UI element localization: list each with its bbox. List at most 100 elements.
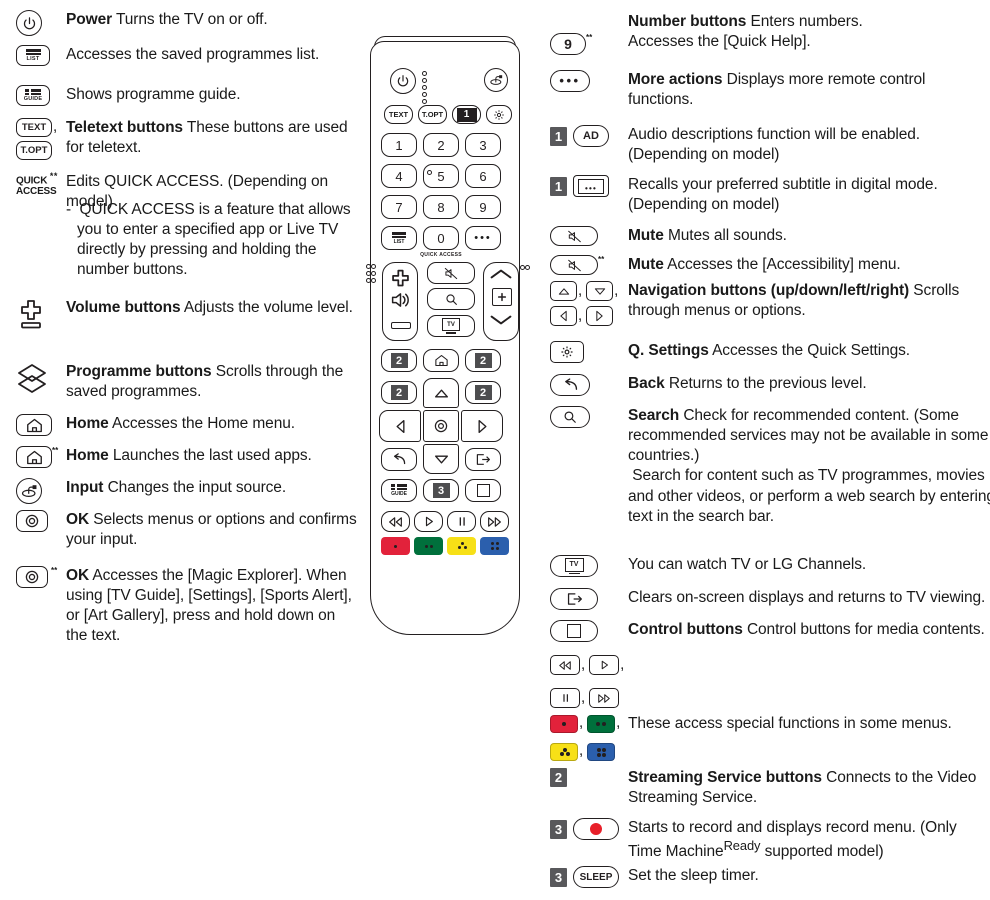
remote-num-7[interactable]: 7 xyxy=(381,195,417,219)
remote-rewind-button[interactable] xyxy=(381,511,410,532)
legend-text-exit: Clears on-screen displays and returns to… xyxy=(628,589,986,606)
legend-row-number-buttons: 9 ** Number buttons Enters numbers. Acces… xyxy=(550,12,990,55)
remote-num-9[interactable]: 9 xyxy=(465,195,501,219)
badge-1-icon: 1 xyxy=(550,176,567,196)
legend-text-list: Accesses the saved programmes list. xyxy=(66,46,320,63)
legend-row-power: Power Turns the TV on or off. xyxy=(16,10,366,36)
remote-num-5[interactable]: 5 xyxy=(423,164,459,188)
remote-color-yellow[interactable] xyxy=(447,537,476,555)
remote-num-0[interactable]: 0 xyxy=(423,226,459,250)
footnote-marker: ** xyxy=(52,446,59,455)
power-icon-cell xyxy=(16,10,66,36)
legend-text-teletext: Teletext buttons These buttons are used … xyxy=(66,119,348,157)
remote-home-button[interactable] xyxy=(423,349,459,372)
list-icon: LIST xyxy=(16,45,50,66)
quick-access-icon-cell: QUICK ** ACCESS xyxy=(16,171,66,197)
legend-row-input: Input Changes the input source. xyxy=(16,478,366,504)
remote-control-illustration: TEXT T.OPT 1 1 2 3 4 5 6 7 8 9 LIST 0 ••… xyxy=(360,36,540,636)
ad-icon-cell: 1 AD xyxy=(550,125,628,147)
legend-row-ok: OK Selects menus or options and confirms… xyxy=(16,510,366,550)
nav-up-icon xyxy=(550,281,577,301)
badge-2-icon: 2 xyxy=(550,768,567,787)
remote-exit-button[interactable] xyxy=(465,448,501,471)
legend-text-home: Home Accesses the Home menu. xyxy=(66,415,295,432)
tv-icon: TV xyxy=(550,555,598,577)
remote-mute-button[interactable] xyxy=(427,262,475,284)
home-icon-cell xyxy=(16,414,66,436)
remote-num-6[interactable]: 6 xyxy=(465,164,501,188)
remote-text-button[interactable]: TEXT xyxy=(384,105,413,124)
legend-row-home: Home Accesses the Home menu. xyxy=(16,414,366,436)
streaming-icon-cell: 2 xyxy=(550,768,628,787)
remote-guide-button[interactable]: GUIDE xyxy=(381,479,417,502)
remote-badge1-button[interactable]: 1 xyxy=(452,105,481,124)
remote-left-dots xyxy=(366,264,376,285)
remote-pause-button[interactable] xyxy=(447,511,476,532)
legend-row-mute: Mute Mutes all sounds. xyxy=(550,226,990,246)
remote-num-3[interactable]: 3 xyxy=(465,133,501,157)
remote-record-button[interactable]: 3 xyxy=(423,479,459,502)
remote-ok-button[interactable] xyxy=(423,410,459,442)
legend-row-ok-2: ** OK Accesses the [Magic Explorer]. Whe… xyxy=(16,566,366,647)
remote-color-red[interactable] xyxy=(381,537,410,555)
mute-icon xyxy=(550,255,598,275)
remote-live-tv-button[interactable]: TV xyxy=(427,315,475,337)
remote-right-dots xyxy=(520,265,530,272)
footnote-marker: ** xyxy=(598,255,605,264)
remote-back-button[interactable] xyxy=(381,448,417,471)
ok-2-icon-cell: ** xyxy=(16,566,66,588)
remote-color-blue[interactable] xyxy=(480,537,509,555)
remote-topt-button[interactable]: T.OPT xyxy=(418,105,447,124)
remote-nav-up-button[interactable] xyxy=(423,378,459,408)
remote-input-button[interactable] xyxy=(484,68,508,92)
legend-row-q-settings: Q. Settings Accesses the Quick Settings. xyxy=(550,341,990,363)
remote-fastforward-button[interactable] xyxy=(480,511,509,532)
rewind-icon xyxy=(550,655,580,675)
remote-num-2[interactable]: 2 xyxy=(423,133,459,157)
power-icon xyxy=(16,10,42,36)
remote-power-button[interactable] xyxy=(390,68,416,94)
remote-settings-button[interactable] xyxy=(486,105,512,124)
legend-row-search: Search Check for recommended content. (S… xyxy=(550,406,990,527)
remote-channel-mid-icon xyxy=(492,288,512,306)
remote-num-8[interactable]: 8 xyxy=(423,195,459,219)
remote-stream-button-3[interactable]: 2 xyxy=(381,381,417,404)
legend-row-color-1: , , These access special functions in so… xyxy=(550,714,990,734)
legend-row-sleep: 3 SLEEP Set the sleep timer. xyxy=(550,866,990,888)
legend-text-q-settings: Q. Settings Accesses the Quick Settings. xyxy=(628,342,910,359)
remote-search-button[interactable] xyxy=(427,288,475,310)
home-2-icon-cell: ** xyxy=(16,446,66,468)
gear-icon xyxy=(550,341,584,363)
num9-icon-cell: 9 ** xyxy=(550,12,628,55)
remote-play-button[interactable] xyxy=(414,511,443,532)
footnote-marker: ** xyxy=(586,33,593,42)
remote-volume-up-icon xyxy=(390,268,411,289)
legend-row-live-tv: TV You can watch TV or LG Channels. xyxy=(550,555,990,577)
remote-more-actions-button[interactable]: ••• xyxy=(465,226,501,250)
remote-stop-button[interactable] xyxy=(465,479,501,502)
remote-stream-button-1[interactable]: 2 xyxy=(381,349,417,372)
legend-text-home-2: Home Launches the last used apps. xyxy=(66,447,312,464)
legend-row-control-buttons: Control buttons Control buttons for medi… xyxy=(550,620,990,642)
home-icon xyxy=(16,446,52,468)
remote-list-button[interactable]: LIST xyxy=(381,226,417,250)
back-icon-cell xyxy=(550,374,628,396)
legend-text-live-tv: You can watch TV or LG Channels. xyxy=(628,556,867,573)
legend-row-list: LIST Accesses the saved programmes list. xyxy=(16,45,366,66)
remote-nav-right-button[interactable] xyxy=(461,410,503,442)
color-2-icon-cell: , xyxy=(550,742,628,761)
remote-stream-button-4[interactable]: 2 xyxy=(465,381,501,404)
remote-nav-left-button[interactable] xyxy=(379,410,421,442)
remote-num-1[interactable]: 1 xyxy=(381,133,417,157)
ad-icon: AD xyxy=(573,125,609,147)
remote-num-4[interactable]: 4 xyxy=(381,164,417,188)
badge-1-icon: 1 xyxy=(550,126,567,146)
nav-left-icon xyxy=(550,306,577,326)
remote-stream-button-2[interactable]: 2 xyxy=(465,349,501,372)
ok-icon xyxy=(16,566,48,588)
remote-control-legend-page: Power Turns the TV on or off. LIST Acces… xyxy=(0,0,990,900)
remote-volume-speaker-icon xyxy=(390,290,411,310)
remote-nav-down-button[interactable] xyxy=(423,444,459,474)
legend-text-number-buttons: Number buttons Enters numbers. Accesses t… xyxy=(628,13,863,51)
remote-color-green[interactable] xyxy=(414,537,443,555)
